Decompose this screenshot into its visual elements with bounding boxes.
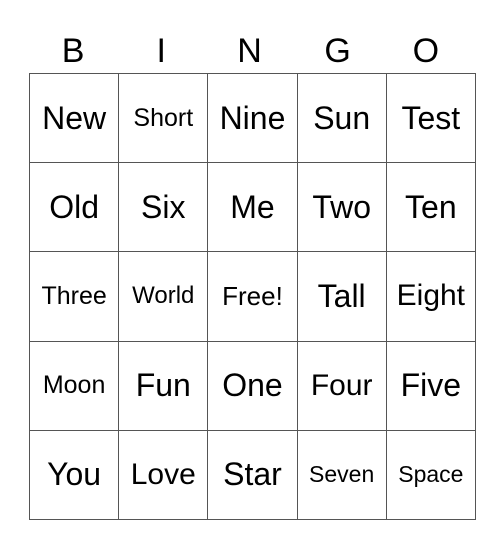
header-letter-g: G [324,32,351,70]
grid-row: Three World Free! Tall Eight [28,251,476,342]
grid-row: Moon Fun One Four Five [28,340,476,431]
header-letter-n: N [237,32,262,70]
bingo-cell[interactable]: Six [118,162,209,253]
header-letter-o: O [412,32,440,70]
bingo-cell[interactable]: Three [28,251,120,342]
bingo-cell[interactable]: Old [28,162,120,253]
bingo-cell[interactable]: Eight [385,251,476,342]
bingo-cell[interactable]: Test [385,72,476,164]
free-space-cell[interactable]: Free! [207,251,298,342]
bingo-cell[interactable]: Sun [296,72,387,164]
bingo-cell[interactable]: Ten [385,162,476,253]
bingo-grid: New Short Nine Sun Test Old Six Me Two T… [28,72,476,520]
grid-row: New Short Nine Sun Test [28,72,476,164]
bingo-cell[interactable]: World [118,251,209,342]
bingo-cell[interactable]: Me [207,162,298,253]
bingo-cell[interactable]: Moon [28,340,120,431]
bingo-cell[interactable]: Nine [207,72,298,164]
header-letter-b: B [61,32,85,70]
grid-row: Old Six Me Two Ten [28,162,476,253]
bingo-cell[interactable]: New [28,72,120,164]
bingo-cell[interactable]: Five [385,340,476,431]
bingo-cell[interactable]: Star [207,429,298,520]
bingo-cell[interactable]: Seven [296,429,387,520]
bingo-cell[interactable]: Fun [118,340,209,431]
bingo-cell[interactable]: Love [118,429,209,520]
bingo-cell[interactable]: Short [118,72,209,164]
grid-row: You Love Star Seven Space [28,429,476,520]
bingo-cell[interactable]: Tall [296,251,387,342]
bingo-cell[interactable]: Space [385,429,476,520]
bingo-cell[interactable]: You [28,429,120,520]
bingo-cell[interactable]: Two [296,162,387,253]
header-letter-i: I [156,32,166,70]
bingo-cell[interactable]: One [207,340,298,431]
bingo-cell[interactable]: Four [296,340,387,431]
bingo-header: B I N G O [29,30,470,72]
